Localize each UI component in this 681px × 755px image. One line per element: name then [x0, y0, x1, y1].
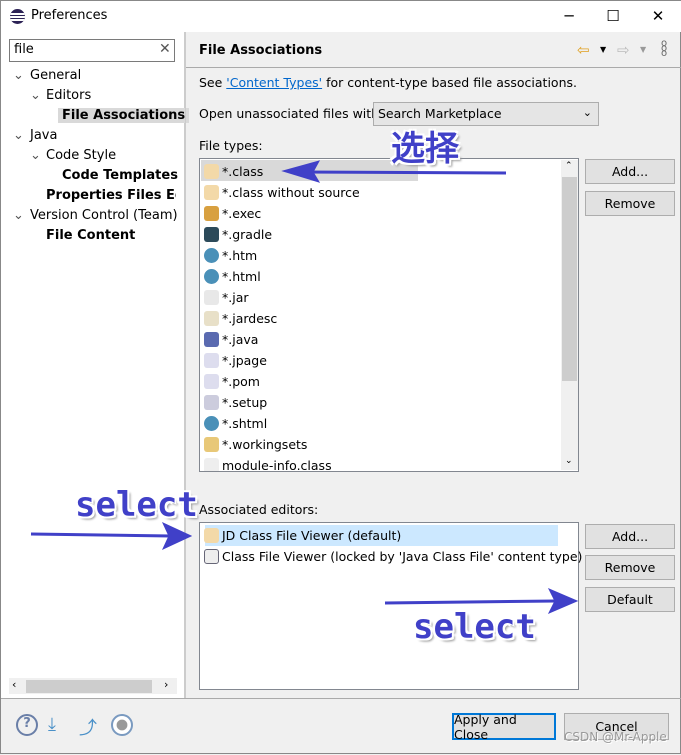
annotation-arrows [30, 160, 579, 614]
arrow-line [384, 599, 557, 605]
annotation-select: select [75, 485, 198, 525]
arrow-head [281, 160, 321, 183]
annotation-choose: 选择 [391, 129, 459, 169]
annotation-select: select [413, 607, 536, 647]
arrow-line [300, 170, 507, 175]
watermark: CSDN @Mr-Apple [564, 730, 667, 744]
arrow-line [30, 532, 172, 538]
